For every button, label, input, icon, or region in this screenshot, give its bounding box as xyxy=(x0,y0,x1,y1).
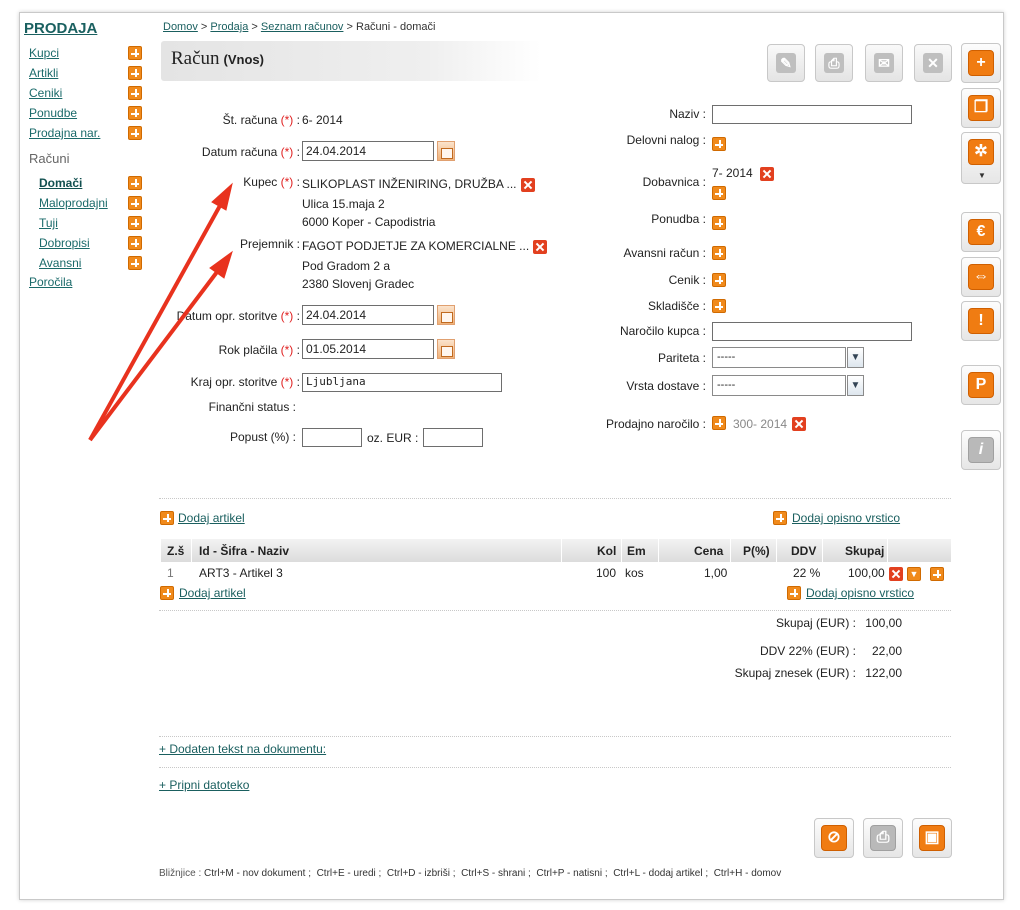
printer-icon: ⎙ xyxy=(870,825,896,851)
divider xyxy=(159,736,951,737)
row-options-icon[interactable] xyxy=(930,567,944,581)
shortcut-item: Ctrl+P - natisni ; xyxy=(536,868,608,879)
row-name: ART3 - Artikel 3 xyxy=(199,566,283,580)
cancel-icon: ⊘ xyxy=(821,825,847,851)
arrowhead-icon xyxy=(211,182,233,211)
column-divider xyxy=(658,539,659,562)
shortcut-item: Ctrl+E - uredi ; xyxy=(316,868,382,879)
save-button[interactable]: ▣ xyxy=(912,818,952,858)
add-desc-link[interactable]: Dodaj opisno vrstico xyxy=(792,511,900,525)
sum-value: 100,00 xyxy=(865,616,902,630)
vat-label: DDV 22% (EUR) : xyxy=(759,644,856,658)
floppy-disk-icon: ▣ xyxy=(919,825,945,851)
column-divider xyxy=(561,539,562,562)
add-article-icon[interactable] xyxy=(160,586,174,600)
move-down-icon[interactable]: ▼ xyxy=(907,567,921,581)
row-price: 1,00 xyxy=(704,566,728,580)
remove-row-icon[interactable] xyxy=(889,567,903,581)
col-header-qty: Kol xyxy=(597,544,617,558)
annotation-arrow-buyer xyxy=(88,201,224,441)
column-divider xyxy=(776,539,777,562)
col-header-vat: DDV xyxy=(791,544,817,558)
add-desc-icon[interactable] xyxy=(787,586,801,600)
cancel-button[interactable]: ⊘ xyxy=(814,818,854,858)
shortcut-item: Ctrl+S - shrani ; xyxy=(461,868,531,879)
grand-total-value: 122,00 xyxy=(865,666,902,680)
column-divider xyxy=(191,539,192,562)
row-unit: kos xyxy=(625,566,644,580)
shortcut-item: Ctrl+L - dodaj artikel ; xyxy=(613,868,709,879)
col-header-price: Cena xyxy=(694,544,724,558)
shortcuts-label: Bližnjice : xyxy=(159,868,202,879)
col-header-unit: Em xyxy=(627,544,646,558)
print-bottom-button[interactable]: ⎙ xyxy=(863,818,903,858)
add-article-link-bottom[interactable]: Dodaj artikel xyxy=(179,586,246,600)
add-article-icon[interactable] xyxy=(160,511,174,525)
add-article-link[interactable]: Dodaj artikel xyxy=(178,511,245,525)
row-qty: 100 xyxy=(596,566,617,580)
row-no: 1 xyxy=(167,566,174,580)
col-header-no: Z.š xyxy=(167,544,185,558)
shortcut-item: Ctrl+D - izbriši ; xyxy=(386,868,456,879)
annotation-arrow-recipient xyxy=(88,266,222,442)
column-divider xyxy=(621,539,622,562)
attach-file-link[interactable]: + Pripni datoteko xyxy=(159,778,249,792)
column-divider xyxy=(730,539,731,562)
row-vat: 22 % xyxy=(793,566,821,580)
annotation-arrows xyxy=(88,182,233,442)
col-header-total: Skupaj xyxy=(845,544,885,558)
divider xyxy=(159,610,951,611)
sum-label: Skupaj (EUR) : xyxy=(775,616,856,630)
column-divider xyxy=(887,539,888,562)
vat-value: 22,00 xyxy=(871,644,902,658)
shortcuts-bar: Bližnjice : Ctrl+M - nov dokument ; Ctrl… xyxy=(159,868,781,879)
add-desc-link-bottom[interactable]: Dodaj opisno vrstico xyxy=(806,586,914,600)
row-total: 100,00 xyxy=(848,566,885,580)
shortcut-item: Ctrl+H - domov xyxy=(713,868,782,879)
col-header-name: Id - Šifra - Naziv xyxy=(199,544,290,558)
shortcut-item: Ctrl+M - nov dokument ; xyxy=(204,868,312,879)
col-header-discount: P(%) xyxy=(743,544,770,558)
extra-text-link[interactable]: + Dodaten tekst na dokumentu: xyxy=(159,742,326,756)
add-desc-icon[interactable] xyxy=(773,511,787,525)
grand-total-label: Skupaj znesek (EUR) : xyxy=(734,666,856,680)
divider xyxy=(159,767,951,768)
column-divider xyxy=(822,539,823,562)
divider xyxy=(159,498,951,499)
